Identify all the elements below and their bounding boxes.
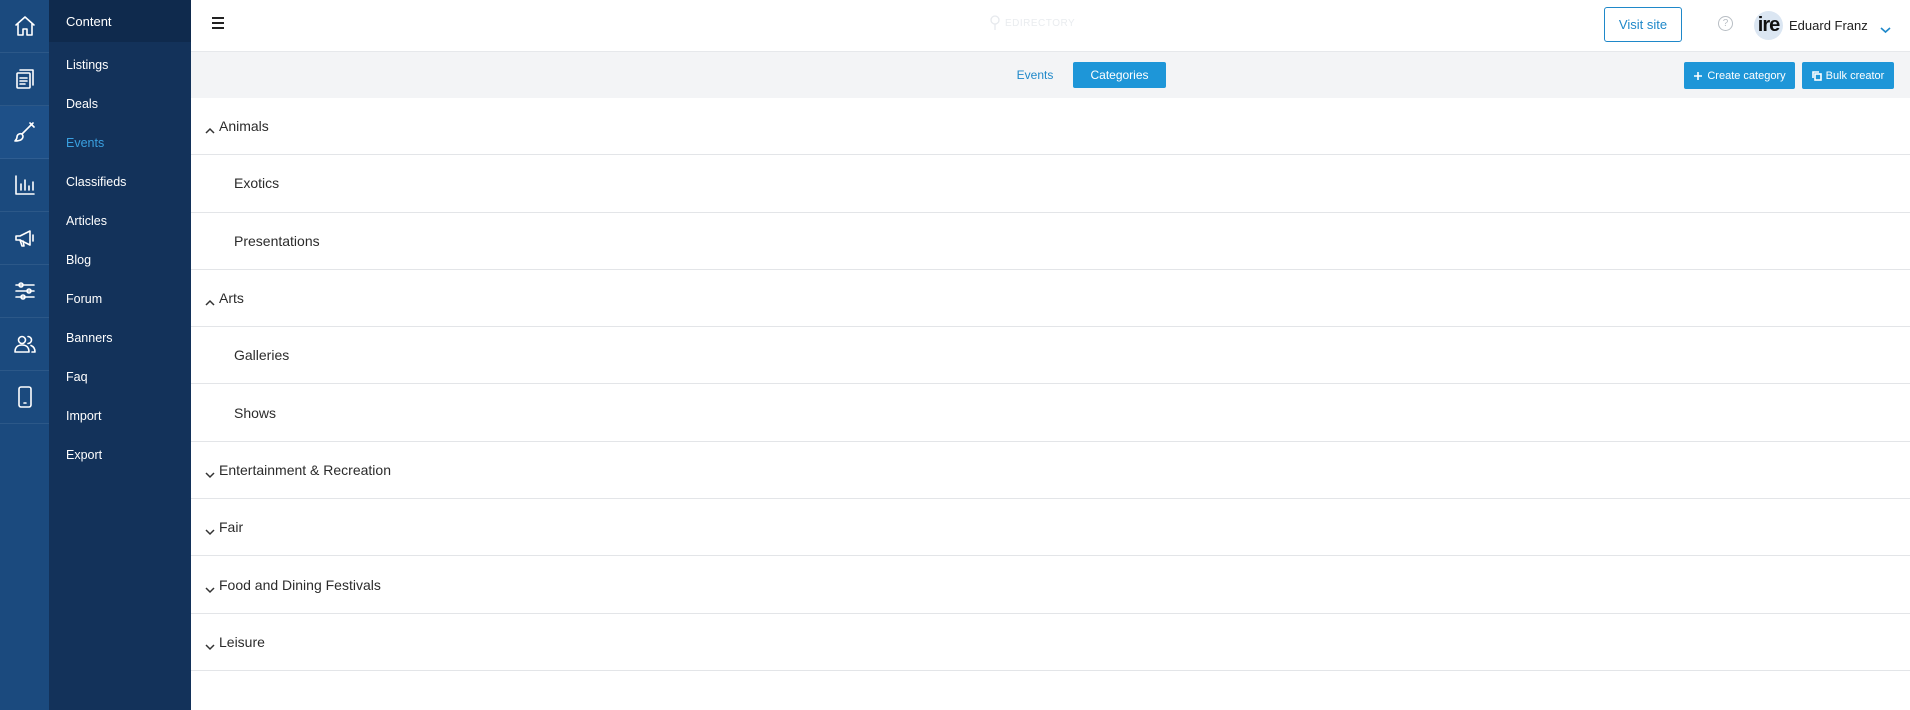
category-row[interactable]: Food and Dining Festivals	[191, 556, 1910, 614]
user-menu[interactable]: ire Eduard Franz	[1754, 10, 1891, 40]
sidebar-item-export[interactable]: Export	[49, 435, 191, 474]
chevron-up-icon[interactable]	[205, 122, 215, 134]
subcategory-label: Presentations	[234, 232, 320, 249]
sub-toolbar: Events Categories Create category Bulk c…	[191, 52, 1910, 98]
site-logo: EDIRECTORY	[989, 15, 1075, 31]
sidebar-item-faq[interactable]: Faq	[49, 357, 191, 396]
bar-chart-icon	[14, 175, 35, 195]
sidebar-item-deals[interactable]: Deals	[49, 84, 191, 123]
rail-item-home[interactable]	[0, 0, 49, 53]
rail-item-content[interactable]	[0, 53, 49, 106]
rail-item-settings[interactable]	[0, 265, 49, 318]
sidebar-item-classifieds[interactable]: Classifieds	[49, 162, 191, 201]
mobile-icon	[17, 386, 32, 408]
subcategory-label: Exotics	[234, 175, 280, 192]
content-pages-icon	[15, 69, 34, 89]
sliders-icon	[14, 282, 35, 300]
sidebar-item-events[interactable]: Events	[49, 123, 191, 162]
rail-item-promote[interactable]	[0, 212, 49, 265]
logo-text: EDIRECTORY	[1005, 17, 1076, 29]
tab-events[interactable]: Events	[1006, 62, 1064, 88]
hamburger-menu-icon[interactable]	[212, 17, 224, 29]
chevron-down-icon[interactable]	[205, 638, 215, 650]
chevron-down-icon[interactable]	[205, 523, 215, 536]
rail-item-design[interactable]	[0, 106, 49, 159]
chevron-down-icon	[1880, 21, 1891, 34]
sidebar-item-banners[interactable]: Banners	[49, 318, 191, 357]
create-category-label: Create category	[1707, 69, 1786, 82]
visit-site-button[interactable]: Visit site	[1604, 7, 1682, 42]
category-label: Leisure	[219, 633, 265, 650]
copy-icon	[1811, 70, 1822, 81]
sidebar-item-forum[interactable]: Forum	[49, 279, 191, 318]
rail-item-users[interactable]	[0, 318, 49, 371]
category-row[interactable]: Entertainment & Recreation	[191, 442, 1910, 500]
subcategory-label: Galleries	[234, 347, 290, 364]
bulk-creator-label: Bulk creator	[1825, 69, 1885, 82]
category-row[interactable]: Animals	[191, 98, 1910, 156]
category-label: Entertainment & Recreation	[219, 461, 391, 478]
sidebar-item-blog[interactable]: Blog	[49, 240, 191, 279]
subcategory-row[interactable]: Shows	[191, 384, 1910, 442]
rail-item-reports[interactable]	[0, 159, 49, 212]
chevron-down-icon[interactable]	[205, 581, 215, 593]
category-label: Fair	[219, 519, 244, 536]
rail-item-mobile[interactable]	[0, 371, 49, 424]
users-icon	[13, 335, 36, 353]
category-label: Animals	[219, 118, 269, 135]
subcategory-row[interactable]: Presentations	[191, 213, 1910, 270]
category-label: Arts	[219, 290, 244, 307]
create-category-button[interactable]: Create category	[1684, 62, 1795, 89]
icon-rail	[0, 0, 49, 710]
logo-pin-icon	[990, 15, 1000, 30]
plus-icon	[1694, 71, 1703, 80]
top-bar: EDIRECTORY Visit site ? ire Eduard Franz	[191, 0, 1910, 52]
home-icon	[14, 16, 35, 36]
sidebar-item-listings[interactable]: Listings	[49, 45, 191, 84]
category-list: Animals Exotics Presentations Arts Galle…	[191, 98, 1910, 671]
section-sidebar: Content Listings Deals Events Classified…	[49, 0, 191, 710]
brush-icon	[13, 122, 35, 142]
category-label: Food and Dining Festivals	[219, 576, 381, 593]
sidebar-item-import[interactable]: Import	[49, 396, 191, 435]
bulk-creator-button[interactable]: Bulk creator	[1802, 62, 1894, 89]
category-row[interactable]: Leisure	[191, 614, 1910, 671]
help-icon[interactable]: ?	[1718, 16, 1733, 31]
category-row[interactable]: Fair	[191, 499, 1910, 557]
sidebar-item-articles[interactable]: Articles	[49, 201, 191, 240]
sidebar-title: Content	[49, 0, 191, 42]
tab-categories[interactable]: Categories	[1073, 62, 1166, 88]
subcategory-label: Shows	[234, 404, 277, 421]
chevron-down-icon[interactable]	[205, 466, 215, 478]
avatar: ire	[1754, 10, 1783, 40]
user-name: Eduard Franz	[1789, 17, 1868, 33]
megaphone-icon	[14, 230, 34, 247]
sidebar-list: Listings Deals Events Classifieds Articl…	[49, 42, 191, 474]
chevron-up-icon[interactable]	[205, 294, 215, 306]
subcategory-row[interactable]: Galleries	[191, 327, 1910, 385]
category-row[interactable]: Arts	[191, 270, 1910, 328]
subcategory-row[interactable]: Exotics	[191, 155, 1910, 213]
